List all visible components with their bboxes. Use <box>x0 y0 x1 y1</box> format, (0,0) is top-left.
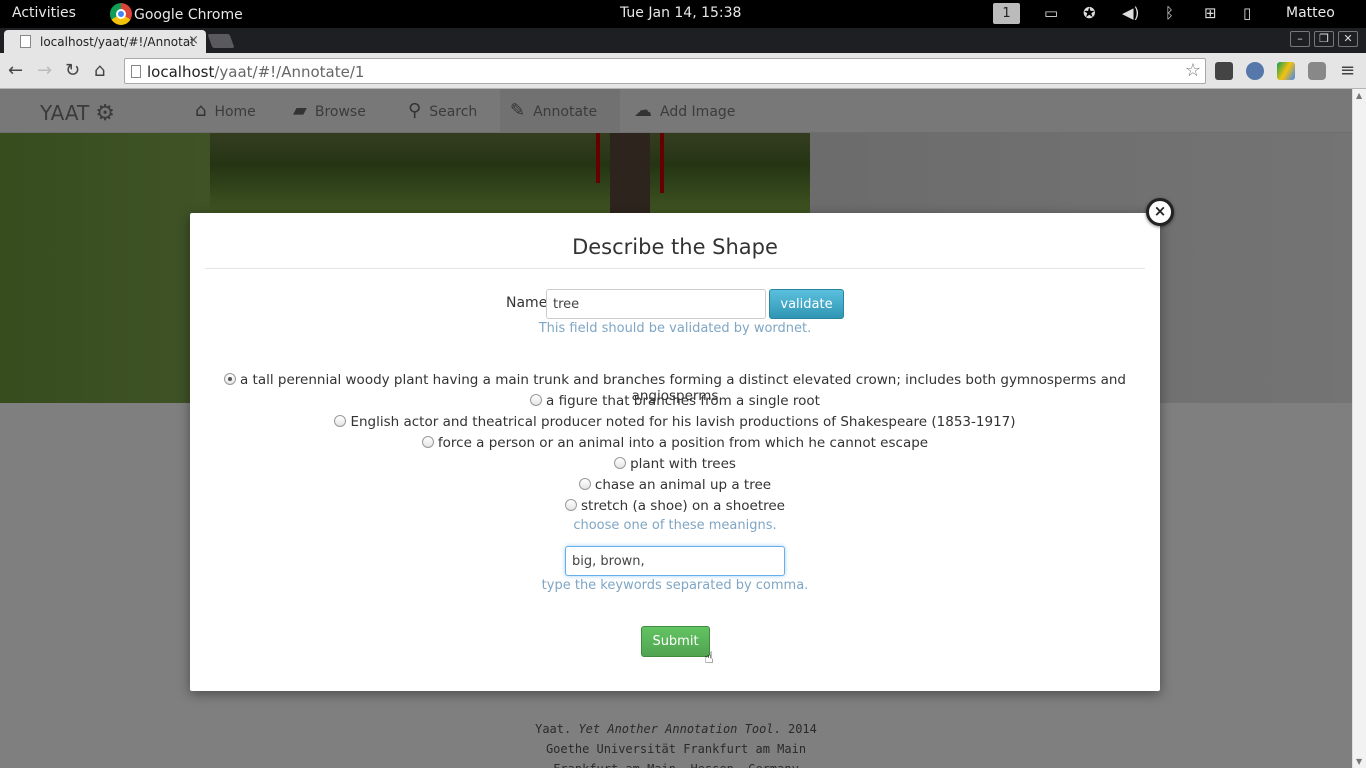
meaning-option[interactable]: stretch (a shoe) on a shoetree <box>190 498 1160 514</box>
browser-tab[interactable]: localhost/yaat/#!/Annotat × <box>4 30 206 53</box>
meanings-help-text: choose one of these meanigns. <box>573 518 777 533</box>
name-help-text: This field should be validated by wordne… <box>538 321 812 336</box>
meaning-option[interactable]: chase an animal up a tree <box>190 477 1160 493</box>
extension-mask-icon[interactable] <box>1215 62 1233 80</box>
minimize-icon[interactable]: – <box>1290 31 1310 47</box>
browser-toolbar: ← → ↻ ⌂ localhost/yaat/#!/Annotate/1 ☆ ≡ <box>0 53 1366 89</box>
modal-close-icon[interactable]: × <box>1146 198 1174 226</box>
accessibility-icon[interactable]: ✪ <box>1083 4 1096 22</box>
scroll-down-icon[interactable]: ▼ <box>1356 757 1362 766</box>
tab-title: localhost/yaat/#!/Annotat <box>40 35 195 49</box>
validate-button[interactable]: validate <box>769 289 844 319</box>
home-page-icon[interactable]: ⌂ <box>94 60 105 81</box>
meaning-option[interactable]: force a person or an animal into a posit… <box>190 435 1160 451</box>
back-icon[interactable]: ← <box>8 60 23 81</box>
url-host: localhost <box>147 63 215 81</box>
workspace-indicator[interactable]: 1 <box>993 3 1020 24</box>
keywords-help-text: type the keywords separated by comma. <box>541 578 809 593</box>
reload-icon[interactable]: ↻ <box>65 60 80 81</box>
chrome-menu-icon[interactable]: ≡ <box>1340 60 1355 81</box>
name-label: Name <box>506 295 548 311</box>
forward-icon[interactable]: → <box>37 60 52 81</box>
url-path: /yaat/#!/Annotate/1 <box>214 63 365 81</box>
meaning-label: English actor and theatrical producer no… <box>350 414 1016 430</box>
meaning-label: chase an animal up a tree <box>594 477 772 493</box>
modal-title: Describe the Shape <box>572 235 778 259</box>
tab-close-icon[interactable]: × <box>188 33 199 48</box>
page-scrollbar[interactable]: ▲ ▼ <box>1352 89 1366 768</box>
modal-divider <box>205 268 1145 269</box>
radio-unchecked[interactable] <box>565 499 577 511</box>
meaning-label: plant with trees <box>630 456 736 472</box>
page-favicon-icon <box>20 35 31 48</box>
meaning-option[interactable]: plant with trees <box>190 456 1160 472</box>
meaning-label: force a person or an animal into a posit… <box>437 435 929 451</box>
scroll-up-icon[interactable]: ▲ <box>1356 91 1362 100</box>
radio-unchecked[interactable] <box>421 436 434 448</box>
clock[interactable]: Tue Jan 14, 15:38 <box>620 5 741 21</box>
user-menu[interactable]: Matteo <box>1286 5 1335 21</box>
radio-unchecked[interactable] <box>334 415 347 427</box>
window-controls: – ❐ ✕ <box>1290 31 1358 47</box>
url-text[interactable]: localhost/yaat/#!/Annotate/1 <box>147 63 364 81</box>
folder-icon[interactable]: ▭ <box>1044 4 1058 22</box>
meaning-label: a figure that branches from a single roo… <box>546 393 820 409</box>
extension-pocket-icon[interactable] <box>1308 62 1326 80</box>
keywords-input[interactable] <box>565 546 785 576</box>
activities-button[interactable]: Activities <box>12 5 76 21</box>
chrome-logo-icon <box>110 3 132 25</box>
maximize-icon[interactable]: ❐ <box>1314 31 1334 47</box>
close-window-icon[interactable]: ✕ <box>1338 31 1358 47</box>
meaning-option[interactable]: English actor and theatrical producer no… <box>190 414 1160 430</box>
bluetooth-icon[interactable]: ᛒ <box>1165 4 1174 22</box>
radio-unchecked[interactable] <box>614 457 627 469</box>
browser-tab-strip: localhost/yaat/#!/Annotat × – ❐ ✕ <box>0 28 1366 53</box>
app-name: Google Chrome <box>134 7 243 23</box>
hand-cursor-icon: ☝ <box>704 648 714 667</box>
extension-cloud-icon[interactable] <box>1246 62 1264 80</box>
page-icon <box>131 65 141 78</box>
google-drive-icon[interactable] <box>1277 62 1295 80</box>
app-menu[interactable]: Google Chrome <box>110 3 243 25</box>
power-icon[interactable]: ▯ <box>1243 4 1251 22</box>
radio-unchecked[interactable] <box>530 394 543 406</box>
address-bar[interactable]: localhost/yaat/#!/Annotate/1 ☆ <box>124 58 1206 84</box>
describe-shape-modal: Describe the Shape Name validate This fi… <box>190 213 1160 691</box>
radio-unchecked[interactable] <box>578 478 591 490</box>
volume-icon[interactable]: ◀) <box>1122 4 1139 22</box>
name-input[interactable] <box>546 289 766 319</box>
submit-button[interactable]: Submit <box>641 626 710 657</box>
bookmark-star-icon[interactable]: ☆ <box>1185 60 1201 81</box>
radio-checked[interactable] <box>223 373 236 385</box>
meaning-label: stretch (a shoe) on a shoetree <box>581 498 785 514</box>
meaning-option[interactable]: a figure that branches from a single roo… <box>190 393 1160 409</box>
network-icon[interactable]: ⊞ <box>1204 4 1217 22</box>
new-tab-button[interactable] <box>207 34 235 48</box>
system-top-bar: Activities Google Chrome Tue Jan 14, 15:… <box>0 0 1366 28</box>
